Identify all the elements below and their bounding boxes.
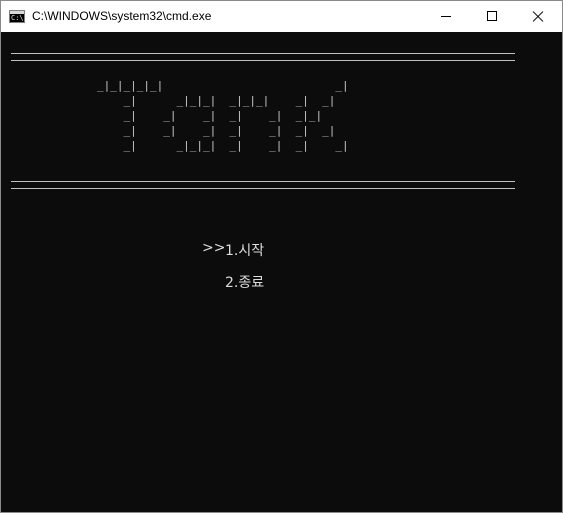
tank-ascii-banner: _|_|_|_|_| _| _| _|_|_| _|_|_| _| _| _| … (97, 79, 349, 152)
separator-bottom (11, 181, 515, 189)
title-bar[interactable]: C:\. C:\WINDOWS\system32\cmd.exe (1, 1, 562, 32)
minimize-icon (441, 16, 451, 17)
close-button[interactable] (515, 1, 561, 32)
menu-item-start[interactable]: 1.시작 (225, 240, 264, 260)
menu-cursor: >> (202, 240, 226, 256)
window-title: C:\WINDOWS\system32\cmd.exe (32, 9, 212, 23)
console-window: C:\. C:\WINDOWS\system32\cmd.exe _|_|_|_… (0, 0, 563, 513)
menu-item-exit[interactable]: 2.종료 (225, 272, 264, 292)
minimize-button[interactable] (423, 1, 469, 32)
maximize-icon (487, 11, 497, 21)
close-icon (532, 10, 544, 22)
maximize-button[interactable] (469, 1, 515, 32)
separator-top (11, 53, 515, 61)
console-output[interactable]: _|_|_|_|_| _| _| _|_|_| _|_|_| _| _| _| … (1, 32, 562, 512)
cmd-icon[interactable]: C:\. (9, 10, 25, 23)
